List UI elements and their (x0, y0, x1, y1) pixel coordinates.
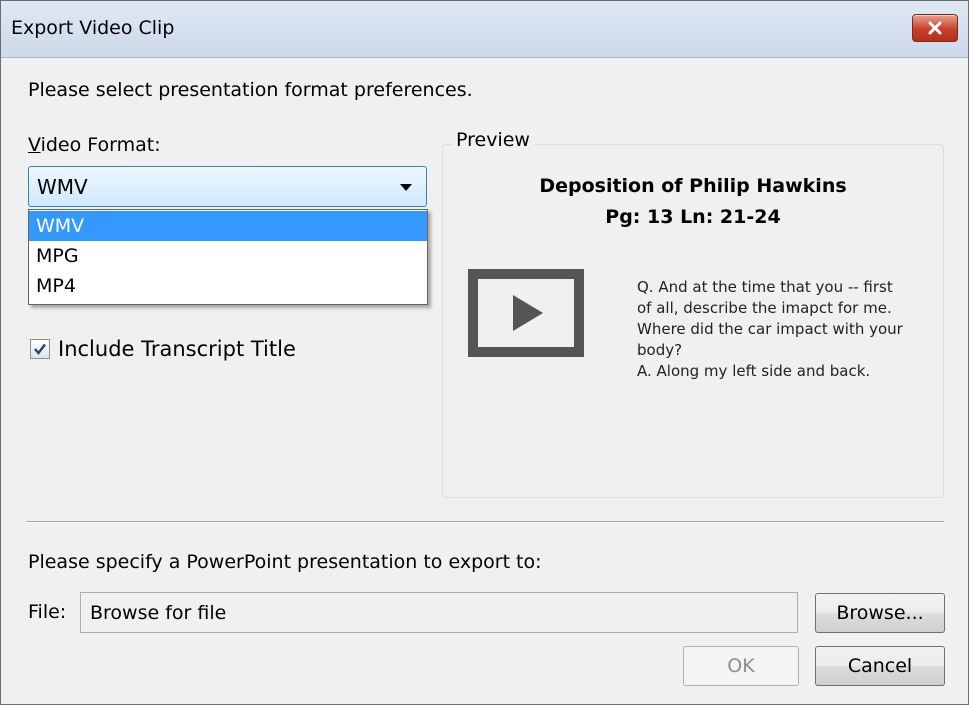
close-icon (928, 21, 942, 35)
video-format-label: Video Format: (28, 134, 161, 156)
title-bar: Export Video Clip (1, 1, 968, 58)
file-path-field[interactable]: Browse for file (80, 592, 798, 633)
ok-button[interactable]: OK (683, 646, 799, 686)
preview-text-line: of all, describe the imapct for me. (637, 299, 892, 317)
video-format-label-rest: ideo Format: (40, 134, 161, 156)
intro-text: Please select presentation format prefer… (28, 79, 473, 101)
close-button[interactable] (912, 14, 958, 42)
dropdown-option-mp4[interactable]: MP4 (29, 271, 427, 301)
preview-legend: Preview (452, 129, 534, 151)
file-label: File: (28, 601, 67, 623)
chevron-down-icon[interactable] (400, 184, 412, 191)
cancel-button[interactable]: Cancel (815, 646, 945, 686)
preview-title-line2: Pg: 13 Ln: 21-24 (605, 206, 781, 228)
preview-text-line: Q. And at the time that you -- first (637, 278, 893, 296)
include-transcript-title-checkbox[interactable] (30, 339, 50, 359)
play-icon (468, 269, 584, 357)
video-format-selected: WMV (37, 175, 88, 199)
video-format-dropdown-list: WMV MPG MP4 (28, 209, 428, 305)
file-path-value: Browse for file (90, 602, 227, 624)
separator (26, 521, 944, 523)
preview-title-line1: Deposition of Philip Hawkins (539, 175, 847, 197)
video-format-combobox[interactable]: WMV (28, 166, 427, 207)
include-transcript-title-label[interactable]: Include Transcript Title (58, 337, 296, 361)
browse-button[interactable]: Browse... (815, 593, 945, 633)
dropdown-option-wmv[interactable]: WMV (29, 211, 427, 241)
preview-text-line: body? (637, 341, 683, 359)
export-prompt: Please specify a PowerPoint presentation… (28, 551, 542, 573)
preview-text-line: Where did the car impact with your (637, 320, 903, 338)
export-video-clip-dialog: Export Video Clip Please select presenta… (0, 0, 969, 705)
preview-transcript-text: Q. And at the time that you -- first of … (637, 277, 937, 382)
checkmark-icon (34, 343, 46, 355)
window-title: Export Video Clip (11, 17, 175, 39)
preview-text-line: A. Along my left side and back. (637, 362, 871, 380)
video-format-accel: V (28, 134, 41, 156)
dropdown-option-mpg[interactable]: MPG (29, 241, 427, 271)
